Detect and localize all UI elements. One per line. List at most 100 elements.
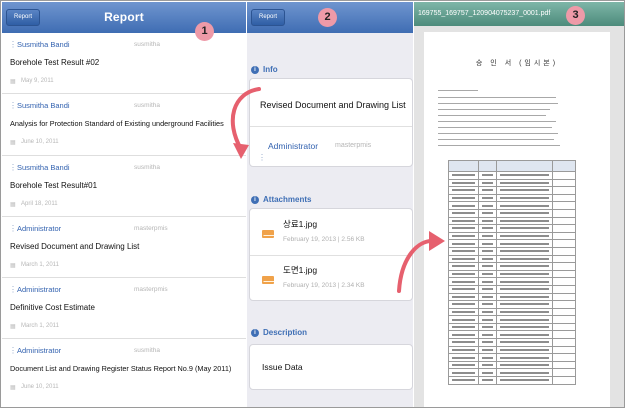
pdf-table-row: [447, 315, 577, 324]
pdf-table-cell: [496, 338, 553, 347]
pdf-cell-text: [500, 318, 549, 321]
pdf-cell-text: [482, 257, 494, 260]
pdf-table-cell: [478, 330, 498, 340]
pdf-table-cell: [447, 193, 480, 203]
pdf-table-cell: [496, 186, 553, 195]
info-section-header: i Info: [251, 65, 278, 74]
pdf-cell-text: [482, 348, 494, 351]
report-date: March 1, 2011: [21, 323, 59, 330]
pdf-cell-text: [452, 288, 476, 291]
pdf-table-row: [447, 208, 577, 218]
attachment-name: 상료1.jpg: [283, 219, 318, 229]
report-title-text: Analysis for Protection Standard of Exis…: [10, 119, 224, 129]
pdf-table-cell: [496, 368, 553, 378]
attachment-meta: February 19, 2013 | 2.34 KB: [283, 282, 365, 289]
pdf-cell-text: [452, 197, 476, 200]
pdf-table-cell: [478, 193, 498, 203]
author-row[interactable]: ⋮ Administrator masterpmis: [250, 127, 412, 167]
report-date: June 10, 2011: [21, 139, 59, 146]
pdf-cell-text: [482, 212, 494, 215]
pdf-table-cell: [496, 322, 553, 332]
pdf-table-row: [447, 186, 577, 195]
attachment-icon: [262, 276, 274, 284]
pdf-table-cell: [496, 284, 553, 294]
report-title-text: Revised Document and Drawing List: [10, 241, 140, 251]
pdf-cell-text: [482, 379, 494, 382]
pdf-page[interactable]: 승 인 서 (임시본): [424, 32, 610, 407]
pdf-cell-text: [482, 227, 494, 230]
pdf-table-cell: [478, 277, 498, 286]
pdf-table-cell: [496, 254, 553, 264]
author-name[interactable]: Susmitha Bandi: [17, 40, 70, 49]
author-handle: susmitha: [134, 347, 161, 355]
attachment-meta: February 19, 2013 | 2.56 KB: [283, 236, 365, 243]
pdf-cell-text: [482, 265, 494, 268]
report-list-item[interactable]: ⋮ Susmitha Bandi susmitha Borehole Test …: [2, 33, 246, 95]
author-name[interactable]: Administrator: [17, 285, 61, 294]
description-text: Issue Data: [262, 362, 303, 372]
author-name[interactable]: Susmitha Bandi: [17, 101, 70, 110]
pdf-table-cell: [496, 262, 553, 271]
pdf-cell-text: [482, 364, 494, 367]
pdf-table-cell: [478, 376, 498, 385]
pdf-table-row: [447, 307, 577, 317]
report-list-item[interactable]: ⋮ Susmitha Bandi susmitha Borehole Test …: [2, 156, 246, 217]
pdf-cell-text: [482, 250, 494, 253]
attachment-item[interactable]: 도면1.jpg February 19, 2013 | 2.34 KB: [250, 256, 412, 301]
pdf-filename: 169755_169757_120904075237_0001.pdf: [418, 10, 551, 17]
pdf-table-row: [447, 376, 577, 385]
description-card: Issue Data: [249, 344, 413, 390]
pdf-table-cell: [447, 300, 480, 309]
report-list-item[interactable]: ⋮ Administrator susmitha Document List a…: [2, 339, 246, 400]
pdf-cell-text: [500, 371, 549, 374]
pdf-viewer-panel: 169755_169757_120904075237_0001.pdf 3 승 …: [414, 2, 624, 407]
pdf-table-cell: [478, 186, 498, 195]
pdf-table-cell: [551, 262, 577, 271]
report-list-item[interactable]: ⋮ Administrator masterpmis Definitive Co…: [2, 278, 246, 340]
pdf-cell-text: [500, 280, 549, 283]
pdf-cell-text: [500, 212, 549, 215]
pdf-table-cell: [496, 216, 553, 226]
pdf-table-cell: [447, 186, 480, 195]
author-name[interactable]: Susmitha Bandi: [17, 163, 70, 172]
pdf-cell-text: [452, 280, 476, 283]
pdf-table-cell: [551, 368, 577, 378]
pdf-table-row: [447, 300, 577, 309]
author-name[interactable]: Administrator: [17, 346, 61, 355]
pdf-table-cell: [551, 224, 577, 233]
author-handle: masterpmis: [134, 286, 168, 294]
report-title-text: Borehole Test Result #02: [10, 58, 100, 67]
pdf-table-row: [447, 360, 577, 370]
pdf-table-cell: [496, 376, 553, 385]
pdf-table-cell: [496, 231, 553, 241]
info-icon: i: [251, 328, 259, 337]
pdf-table-cell: [478, 345, 498, 355]
author-name[interactable]: Administrator: [17, 224, 61, 233]
pdf-cell-text: [500, 288, 549, 291]
pdf-table-cell: [496, 269, 553, 279]
pdf-table-cell: [551, 216, 577, 226]
report-list-item[interactable]: ⋮ Administrator masterpmis Revised Docum…: [2, 217, 246, 279]
pdf-text-line: [438, 115, 546, 116]
pdf-table-cell: [447, 262, 480, 271]
pdf-table-cell: [496, 208, 553, 218]
pdf-table-cell: [551, 353, 577, 362]
pdf-table-cell: [447, 216, 480, 226]
attachment-item[interactable]: 상료1.jpg February 19, 2013 | 2.56 KB: [250, 209, 412, 255]
pdf-table-row: [447, 292, 577, 302]
pdf-cell-text: [500, 364, 549, 367]
pdf-table-cell: [478, 216, 498, 226]
pdf-cell-text: [500, 341, 549, 344]
pdf-table-row: [447, 322, 577, 332]
report-list-item[interactable]: ⋮ Susmitha Bandi susmitha Analysis for P…: [2, 94, 246, 156]
report-date: April 18, 2011: [21, 200, 58, 207]
pdf-cell-text: [500, 197, 549, 200]
detail-back-button[interactable]: Report: [251, 9, 285, 26]
pdf-cell-text: [500, 379, 549, 382]
pdf-text-line: [438, 103, 558, 104]
pdf-cell-text: [482, 242, 494, 245]
report-date: March 1, 2011: [21, 261, 59, 268]
pdf-table-cell: [447, 171, 480, 180]
document-title: Revised Document and Drawing List: [260, 100, 406, 110]
report-title-text: Document List and Drawing Register Statu…: [10, 364, 232, 374]
